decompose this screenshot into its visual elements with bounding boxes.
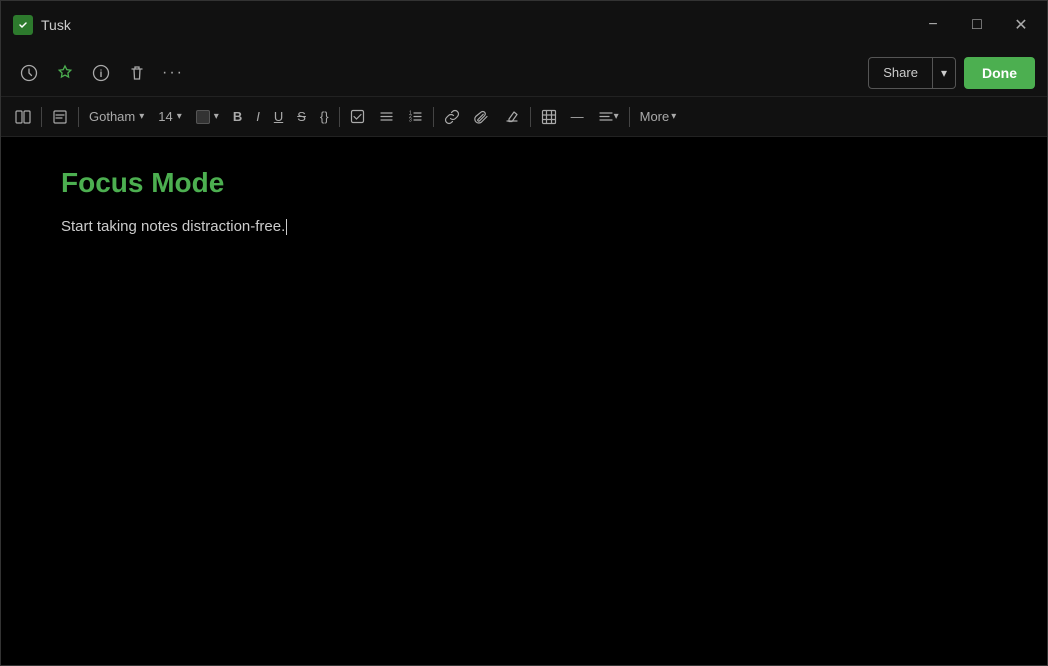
font-size-selector[interactable]: 14 ▾ (152, 102, 188, 132)
separator-2 (78, 107, 79, 127)
app-icon (13, 15, 33, 35)
attachment-button[interactable] (468, 102, 496, 132)
italic-button[interactable]: I (250, 102, 266, 132)
more-chevron-icon: ▾ (671, 111, 676, 122)
strikethrough-button[interactable]: S (291, 102, 312, 132)
svg-text:i: i (100, 69, 103, 80)
delete-button[interactable] (121, 57, 153, 89)
share-button[interactable]: Share (868, 57, 933, 89)
more-format-button[interactable]: More ▾ (634, 102, 683, 132)
separator-6 (629, 107, 630, 127)
editor-area[interactable]: Focus Mode Start taking notes distractio… (1, 137, 1047, 665)
format-bar: Gotham ▾ 14 ▾ ▾ B I U S {} (1, 97, 1047, 137)
checkbox-button[interactable] (344, 102, 371, 132)
close-button[interactable]: ✕ (1007, 11, 1035, 39)
share-button-group: Share ▾ Done (868, 57, 1035, 89)
title-bar-left: Tusk (13, 15, 71, 35)
reminder-button[interactable] (13, 57, 45, 89)
app-window: Tusk − □ ✕ i (0, 0, 1048, 666)
underline-button[interactable]: U (268, 102, 289, 132)
separator-4 (433, 107, 434, 127)
color-chevron-icon: ▾ (214, 111, 219, 122)
link-button[interactable] (438, 102, 466, 132)
bold-button[interactable]: B (227, 102, 248, 132)
font-chevron-icon: ▾ (139, 111, 144, 122)
note-title[interactable]: Focus Mode (61, 167, 987, 199)
maximize-button[interactable]: □ (963, 11, 991, 39)
font-size-value: 14 (158, 109, 172, 124)
star-button[interactable] (49, 57, 81, 89)
more-button[interactable]: ··· (157, 57, 189, 89)
list-button[interactable] (373, 102, 400, 132)
view-mode-button[interactable] (9, 102, 37, 132)
toolbar: i ··· Share ▾ Done (1, 49, 1047, 97)
note-body-text: Start taking notes distraction-free. (61, 218, 285, 235)
share-dropdown-button[interactable]: ▾ (933, 57, 956, 89)
divider-button[interactable]: — (565, 102, 590, 132)
note-view-button[interactable] (46, 102, 74, 132)
separator-3 (339, 107, 340, 127)
code-button[interactable]: {} (314, 102, 335, 132)
separator-5 (530, 107, 531, 127)
svg-text:3: 3 (409, 118, 412, 124)
size-chevron-icon: ▾ (177, 111, 182, 122)
done-button[interactable]: Done (964, 57, 1035, 89)
color-selector[interactable]: ▾ (190, 102, 225, 132)
numbered-list-button[interactable]: 1 2 3 (402, 102, 429, 132)
font-name: Gotham (89, 109, 135, 124)
color-swatch (196, 110, 210, 124)
title-bar-controls: − □ ✕ (919, 11, 1035, 39)
title-bar: Tusk − □ ✕ (1, 1, 1047, 49)
highlight-button[interactable] (498, 102, 526, 132)
app-title: Tusk (41, 17, 71, 33)
more-label: More (640, 109, 670, 124)
table-button[interactable] (535, 102, 563, 132)
note-body[interactable]: Start taking notes distraction-free. (61, 215, 987, 239)
align-button[interactable]: ▾ (592, 102, 625, 132)
font-selector[interactable]: Gotham ▾ (83, 102, 150, 132)
info-button[interactable]: i (85, 57, 117, 89)
separator-1 (41, 107, 42, 127)
text-cursor (286, 219, 287, 235)
minimize-button[interactable]: − (919, 11, 947, 39)
